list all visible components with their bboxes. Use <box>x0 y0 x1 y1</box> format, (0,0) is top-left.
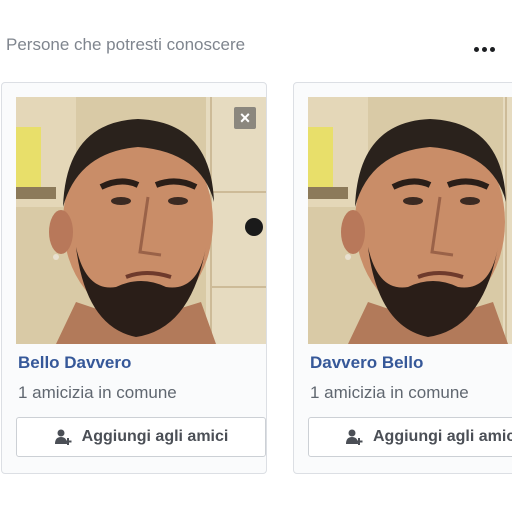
close-icon: × <box>239 108 251 128</box>
suggestion-card: × Bello Davvero 1 amicizia in comune Agg… <box>1 82 267 474</box>
more-dot <box>481 46 487 52</box>
suggestion-name[interactable]: Bello Davvero <box>18 353 131 373</box>
profile-photo[interactable] <box>308 97 512 344</box>
mutual-friends-text: 1 amicizia in comune <box>18 383 177 402</box>
suggestion-card: Davvero Bello 1 amicizia in comune Aggiu… <box>293 82 512 474</box>
add-friend-label: Aggiungi agli amici <box>373 428 512 445</box>
add-friend-icon <box>345 428 363 446</box>
profile-photo[interactable]: × <box>16 97 266 344</box>
profile-photo-image <box>16 97 266 344</box>
add-friend-button[interactable]: Aggiungi agli amici <box>308 417 512 457</box>
more-options-button[interactable] <box>468 38 500 60</box>
add-friend-label: Aggiungi agli amici <box>81 428 229 445</box>
section-title: Persone che potresti conoscere <box>6 35 246 54</box>
profile-photo-image <box>308 97 512 344</box>
add-friend-button[interactable]: Aggiungi agli amici <box>16 417 266 457</box>
more-dot <box>489 46 495 52</box>
dismiss-button[interactable]: × <box>234 107 256 129</box>
more-horizontal-icon <box>473 46 479 52</box>
people-you-may-know-panel: Persone che potresti conoscere × Bello D… <box>0 0 512 512</box>
mutual-friends-text: 1 amicizia in comune <box>310 383 469 402</box>
add-friend-icon <box>54 428 72 446</box>
suggestion-name[interactable]: Davvero Bello <box>310 353 423 373</box>
